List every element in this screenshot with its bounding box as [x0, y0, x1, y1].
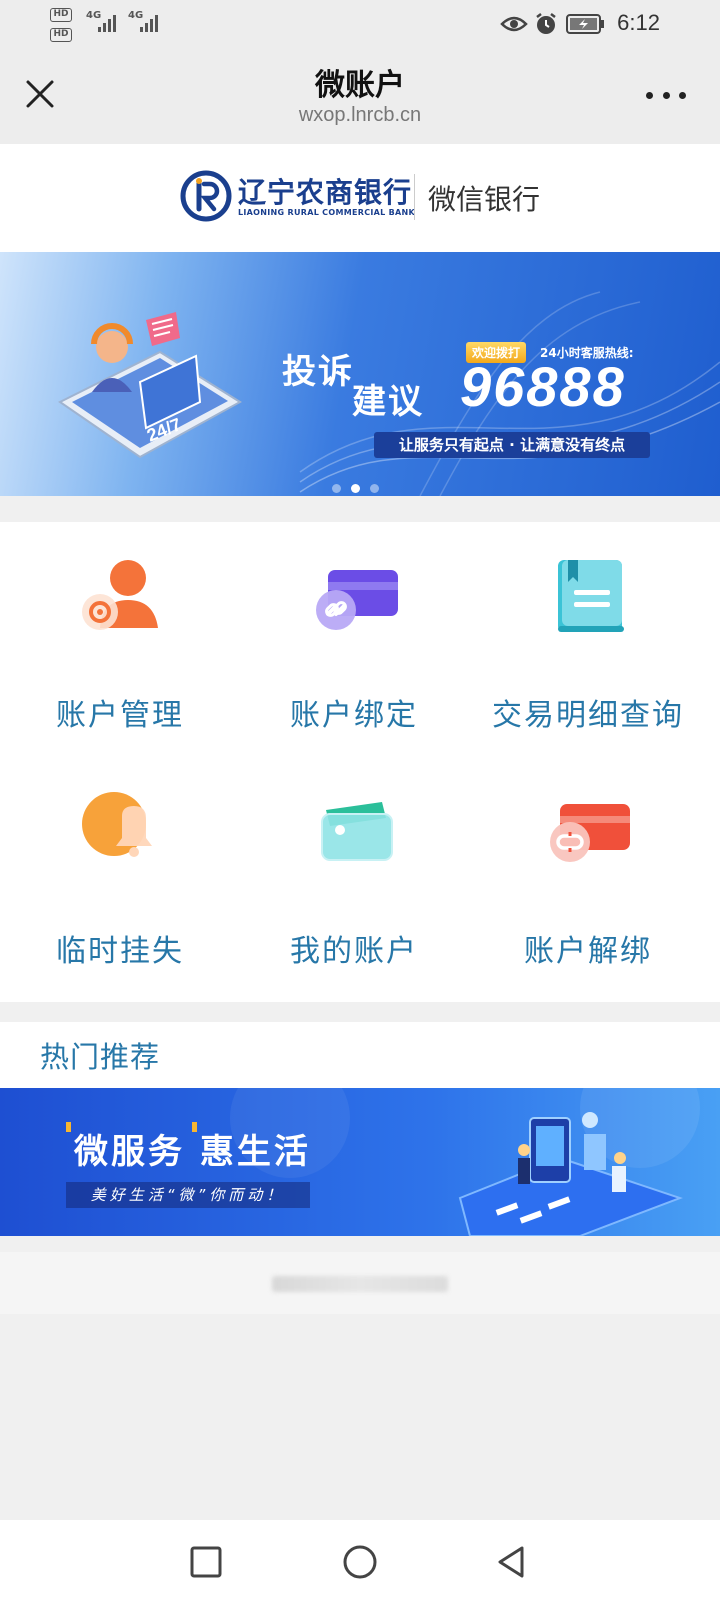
book-icon	[558, 560, 624, 632]
signal-icon	[140, 12, 164, 32]
recent-apps-icon[interactable]	[184, 1540, 228, 1584]
decor-tick	[66, 1122, 71, 1132]
bank-name: 辽宁农商银行	[238, 176, 413, 209]
page-url: wxop.lnrcb.cn	[298, 104, 422, 126]
recommend-section-header: 热门推荐	[0, 1022, 720, 1088]
more-icon[interactable]	[646, 88, 686, 102]
alarm-icon	[536, 13, 556, 34]
status-time: 6:12	[617, 10, 660, 35]
service-label: 账户解绑	[524, 934, 652, 969]
bank-header: 辽宁农商银行 LIAONING RURAL COMMERCIAL BANK 微信…	[0, 144, 720, 252]
status-bar: HD HD 4G 4G 6:12	[0, 0, 720, 48]
wallet-icon	[321, 802, 393, 861]
services-grid: 账户管理 账户绑定 交易明细查询 临时挂失 我的账户 账户解绑	[0, 522, 720, 1002]
blurred-footer	[0, 1252, 720, 1314]
eye-icon	[500, 16, 528, 32]
phone-illustration-icon: 24/7	[58, 312, 242, 459]
blurred-text	[272, 1276, 448, 1292]
hero-banner[interactable]: 24/7 投诉 建议 欢迎拨打 24小时客服热线: 96888 让服务只有起点 …	[0, 252, 720, 496]
system-nav-bar	[0, 1520, 720, 1600]
title-bar: 微账户 wxop.lnrcb.cn	[0, 48, 720, 144]
carousel-indicator	[310, 484, 400, 494]
page-title: 微账户	[315, 68, 405, 103]
back-icon[interactable]	[490, 1540, 534, 1584]
bell-icon	[82, 792, 152, 857]
service-label: 我的账户	[290, 934, 418, 969]
card-unlink-icon	[550, 804, 630, 862]
bank-name-en: LIAONING RURAL COMMERCIAL BANK	[238, 208, 415, 217]
service-label: 账户绑定	[290, 698, 418, 733]
banner-headline: 建议	[352, 382, 424, 422]
signal-icon	[98, 12, 122, 32]
account-management-icon	[82, 560, 158, 630]
service-account-management[interactable]: 账户管理	[0, 522, 240, 762]
service-transaction-query[interactable]: 交易明细查询	[468, 522, 708, 762]
divider	[414, 174, 415, 220]
service-label: 账户管理	[56, 698, 184, 733]
service-account-binding[interactable]: 账户绑定	[234, 522, 474, 762]
channel-name: 微信银行	[428, 183, 541, 216]
service-label: 交易明细查询	[492, 698, 684, 733]
home-icon[interactable]	[338, 1540, 382, 1584]
hd-badge: HD	[50, 8, 72, 22]
banner-slogan: 让服务只有起点 · 让满意没有终点	[374, 432, 650, 458]
hd-badge: HD	[50, 28, 72, 42]
battery-charging-icon	[566, 14, 604, 34]
service-account-unbinding[interactable]: 账户解绑	[468, 758, 708, 998]
recommend-title: 热门推荐	[40, 1040, 161, 1074]
bank-logo-icon	[180, 170, 232, 222]
promo-banner[interactable]: 微服务 惠生活 美好生活“微”你而动！	[0, 1088, 720, 1236]
service-my-account[interactable]: 我的账户	[234, 758, 474, 998]
promo-title: 微服务 惠生活	[74, 1132, 311, 1172]
card-link-icon	[316, 570, 398, 630]
banner-hotline-number: 96888	[460, 355, 626, 418]
service-temporary-loss-report[interactable]: 临时挂失	[0, 758, 240, 998]
promo-subtitle: 美好生活“微”你而动！	[66, 1182, 310, 1208]
banner-headline: 投诉	[282, 352, 354, 392]
service-label: 临时挂失	[56, 934, 184, 969]
